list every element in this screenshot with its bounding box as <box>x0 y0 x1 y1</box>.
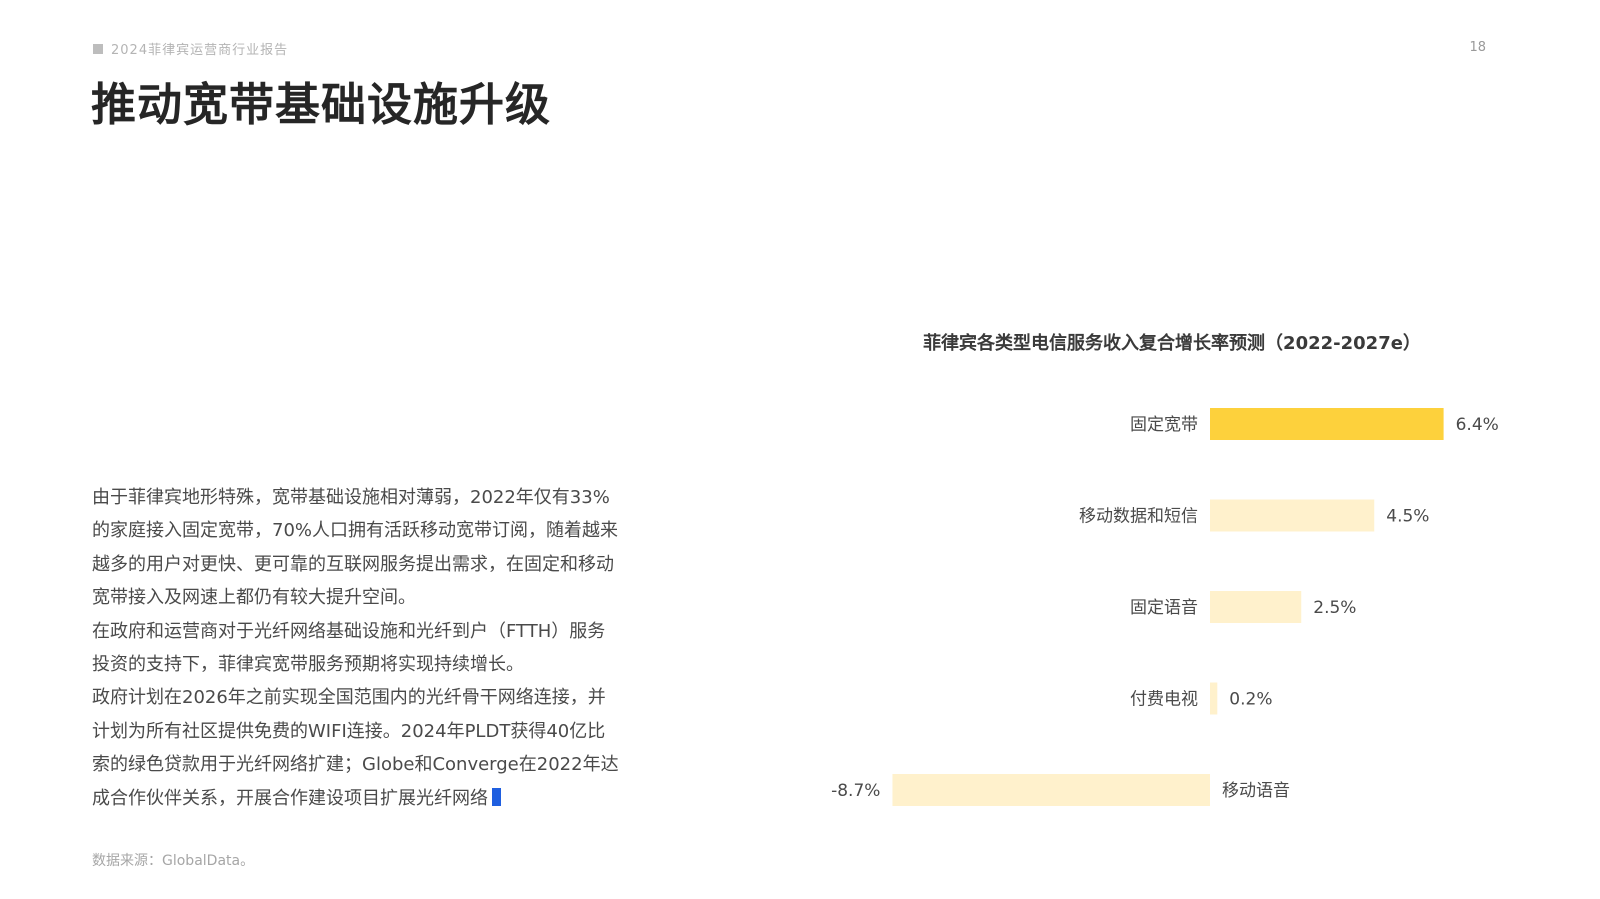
category-label-1: 固定宽带 <box>1130 415 1198 435</box>
bar-5 <box>892 774 1210 806</box>
value-label-5: -8.7% <box>831 781 880 801</box>
value-label-4: 0.2% <box>1229 690 1272 710</box>
value-label-1: 6.4% <box>1456 415 1499 435</box>
category-label-3: 固定语音 <box>1130 598 1198 618</box>
bar-1 <box>1210 408 1444 440</box>
value-label-3: 2.5% <box>1313 598 1356 618</box>
cagr-bar-chart: 固定宽带 6.4% 移动数据和短信 4.5% 固定语音 2.5% 付费电视 0.2% 移动语音 -… <box>831 408 1499 806</box>
bar-4 <box>1210 682 1218 715</box>
category-label-2: 移动数据和短信 <box>1079 507 1198 527</box>
value-label-2: 4.5% <box>1386 507 1429 527</box>
category-label-5: 移动语音 <box>1222 781 1290 801</box>
bar-2 <box>1210 499 1375 532</box>
category-label-4: 付费电视 <box>1130 690 1198 710</box>
bar-3 <box>1210 591 1302 623</box>
